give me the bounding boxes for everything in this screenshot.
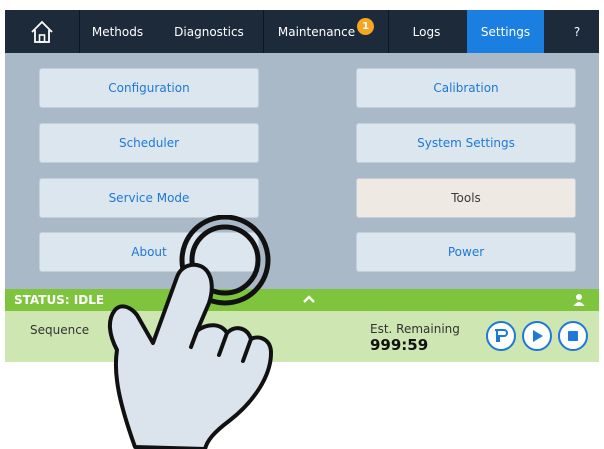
maintenance-count-badge: 1: [357, 18, 375, 35]
pump-icon: [495, 329, 508, 342]
status-text: STATUS: IDLE: [14, 293, 105, 307]
top-nav: Methods Diagnostics Maintenance 1 Logs S…: [5, 10, 599, 53]
tab-diagnostics-label: Diagnostics: [174, 24, 244, 39]
pump-button[interactable]: [486, 321, 516, 351]
service-mode-label: Service Mode: [108, 191, 190, 205]
home-icon: [31, 20, 53, 43]
tools-button[interactable]: Tools: [356, 178, 576, 218]
user-icon[interactable]: [573, 293, 585, 306]
service-mode-button[interactable]: Service Mode: [39, 178, 259, 218]
tools-label: Tools: [451, 191, 481, 205]
help-button[interactable]: ?: [555, 10, 599, 53]
configuration-button[interactable]: Configuration: [39, 68, 259, 108]
calibration-label: Calibration: [433, 81, 499, 95]
power-button[interactable]: Power: [356, 232, 576, 272]
tab-methods[interactable]: Methods: [80, 10, 155, 53]
tab-diagnostics[interactable]: Diagnostics: [155, 10, 263, 53]
calibration-button[interactable]: Calibration: [356, 68, 576, 108]
configuration-label: Configuration: [108, 81, 190, 95]
est-remaining-label: Est. Remaining: [370, 322, 460, 336]
tab-methods-label: Methods: [91, 24, 144, 39]
tab-logs-label: Logs: [412, 24, 441, 39]
chevron-up-icon[interactable]: [303, 294, 315, 304]
help-label: ?: [573, 24, 581, 39]
system-settings-button[interactable]: System Settings: [356, 123, 576, 163]
scheduler-button[interactable]: Scheduler: [39, 123, 259, 163]
tab-settings[interactable]: Settings: [467, 10, 544, 53]
stop-button[interactable]: [558, 321, 588, 351]
stop-icon: [568, 331, 578, 341]
tab-maintenance-label: Maintenance: [277, 24, 356, 39]
home-button[interactable]: [5, 10, 79, 53]
system-settings-label: System Settings: [417, 136, 515, 150]
power-label: Power: [447, 245, 485, 259]
tab-maintenance[interactable]: Maintenance 1: [264, 10, 388, 53]
tab-settings-label: Settings: [480, 24, 531, 39]
est-remaining-value: 999:59: [370, 336, 429, 354]
play-icon: [533, 330, 543, 342]
play-button[interactable]: [522, 321, 552, 351]
tab-logs[interactable]: Logs: [389, 10, 464, 53]
scheduler-label: Scheduler: [118, 136, 180, 150]
tap-gesture-hand-icon: [108, 215, 273, 449]
sequence-label: Sequence: [30, 323, 90, 337]
